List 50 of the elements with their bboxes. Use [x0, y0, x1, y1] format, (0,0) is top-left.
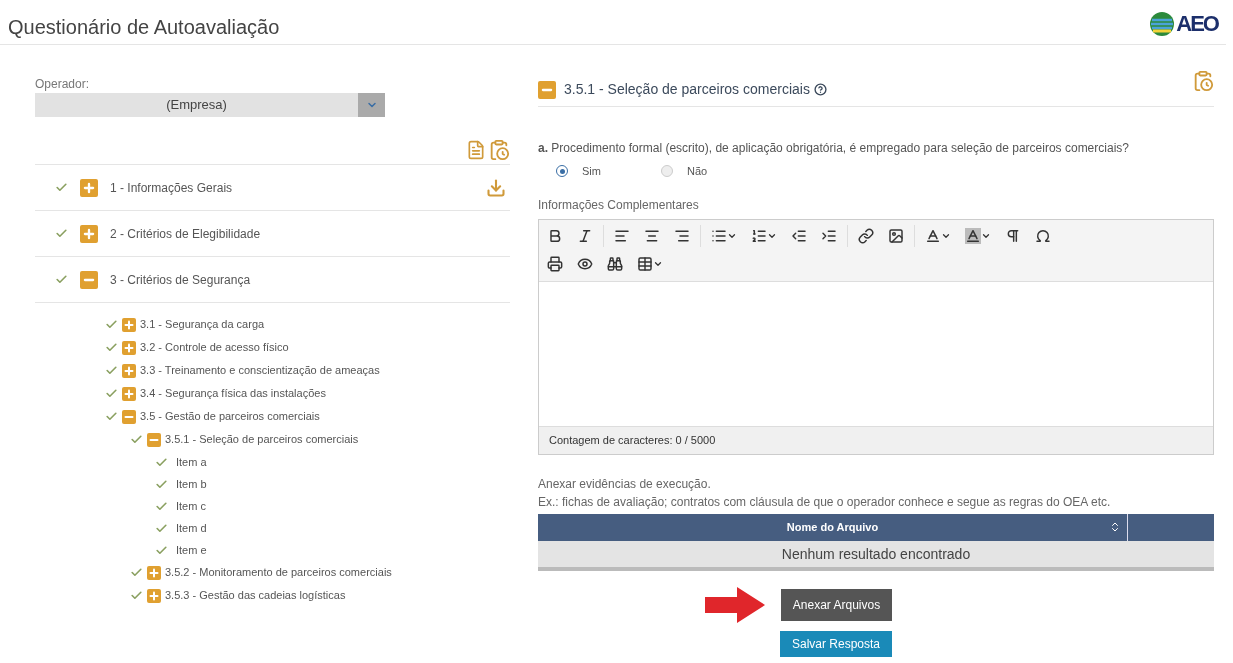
tree-item[interactable]: 3.5.3 - Gestão das cadeias logísticas: [165, 587, 346, 604]
pilcrow-icon: [1005, 227, 1021, 244]
omega-icon: [1035, 227, 1051, 244]
table-icon: [637, 255, 653, 272]
tree-item[interactable]: 3.4 - Segurança física das instalações: [140, 385, 326, 402]
operator-select[interactable]: (Empresa): [35, 93, 385, 117]
tree-item[interactable]: Item d: [176, 519, 207, 537]
find-icon: [607, 255, 623, 272]
section-title[interactable]: 3 - Critérios de Segurança: [110, 270, 506, 289]
radio-label: Não: [686, 164, 708, 179]
page-title: Questionário de Autoavaliação: [8, 15, 280, 40]
question-title: 3.5.1 - Seleção de parceiros comerciais: [564, 80, 810, 99]
logo: AEO: [1149, 7, 1218, 44]
attach-hint: Anexar evidências de execução.: [538, 475, 712, 493]
section-title[interactable]: 1 - Informações Gerais: [110, 178, 474, 197]
tree-item[interactable]: 3.2 - Controle de acesso físico: [140, 339, 289, 356]
radio-button[interactable]: [556, 165, 568, 178]
editor-label: Informações Complementares: [538, 196, 700, 214]
tree-item[interactable]: Item b: [176, 475, 207, 493]
tree-item[interactable]: 3.5.2 - Monitoramento de parceiros comerciais: [165, 564, 392, 581]
help-icon[interactable]: [813, 83, 827, 96]
bold-icon: [547, 227, 563, 244]
tree-item[interactable]: Item a: [176, 453, 207, 471]
tree-item[interactable]: 3.1 - Segurança da carga: [140, 316, 265, 333]
tree-item[interactable]: 3.3 - Treinamento e conscientização de ameaças: [140, 362, 380, 379]
text-color-icon: [925, 227, 941, 244]
attach-example: Ex.: fichas de avaliação; contratos com cláusula de que o operador conhece e segue as regras do OEA etc.: [538, 493, 1112, 511]
tree-item[interactable]: Item c: [176, 497, 206, 515]
tree-item[interactable]: Item e: [176, 541, 207, 559]
clipboard-icon[interactable]: [488, 138, 510, 161]
attach-files-button[interactable]: Anexar Arquivos: [780, 588, 893, 621]
image-icon: [888, 227, 904, 244]
italic-icon: [577, 227, 593, 244]
section-title[interactable]: 2 - Critérios de Elegibilidade: [110, 224, 506, 243]
character-count: Contagem de caracteres: 0 / 5000: [549, 432, 717, 448]
arrow-icon: [704, 586, 765, 623]
tree-item[interactable]: 3.5.1 - Seleção de parceiros comerciais: [165, 431, 359, 448]
clipboard-icon[interactable]: [1192, 69, 1214, 92]
question-text: a. Procedimento formal (escrito), de aplicação obrigatória, é empregado para seleção de parceiros comerciais?: [538, 140, 1130, 157]
globe-icon: [1149, 10, 1176, 37]
operator-label: Operador:: [35, 76, 91, 93]
highlight-color-icon: [965, 227, 981, 244]
numbered-list-icon: [751, 227, 767, 244]
radio-label: Sim: [582, 164, 601, 179]
empty-message: Nenhum resultado encontrado: [538, 540, 1214, 567]
tree-item[interactable]: 3.5 - Gestão de parceiros comerciais: [140, 408, 320, 425]
print-icon: [547, 255, 563, 272]
sort-icon[interactable]: [1109, 521, 1121, 533]
save-answer-button[interactable]: Salvar Resposta: [779, 630, 892, 657]
link-icon: [858, 227, 874, 244]
